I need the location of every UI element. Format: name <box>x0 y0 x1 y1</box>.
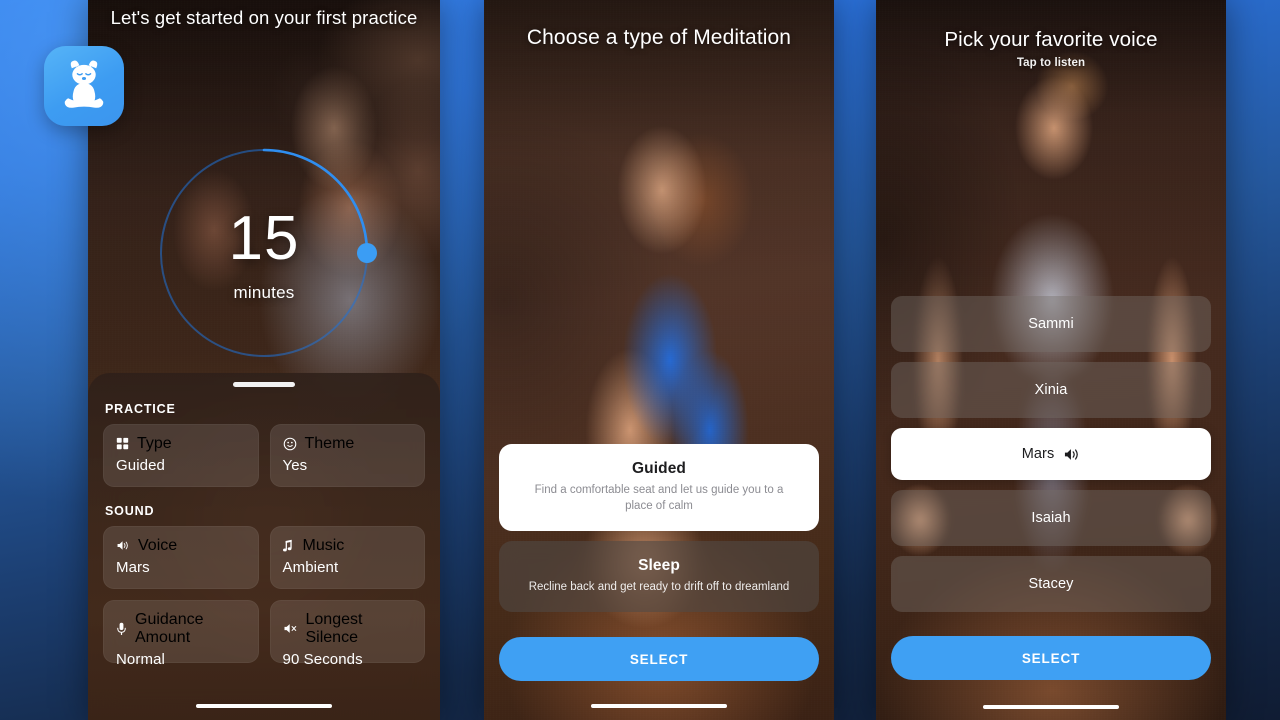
select-button[interactable]: SELECT <box>499 637 819 681</box>
speaker-mute-icon <box>283 624 296 633</box>
setting-card-type-value: Guided <box>116 456 165 474</box>
setting-card-music[interactable]: Music Ambient <box>269 525 425 589</box>
duration-value: 15 <box>228 204 300 273</box>
setting-card-type[interactable]: Type Guided <box>103 423 259 487</box>
meditation-type-description: Recline back and get ready to drift off … <box>528 580 790 593</box>
speaker-icon <box>117 541 128 550</box>
voice-option-stacey[interactable]: Stacey <box>891 556 1211 612</box>
setting-card-music-value: Ambient <box>282 558 339 576</box>
voice-option-list: Sammi Xinia Mars Isaiah Stacey <box>891 296 1211 622</box>
meditating-dog-icon <box>64 60 104 108</box>
section-label-sound: SOUND <box>105 503 155 518</box>
home-indicator <box>591 703 727 708</box>
setting-card-longest-silence-value: 90 Seconds <box>282 650 363 668</box>
music-note-icon <box>282 539 292 551</box>
setting-card-voice[interactable]: Voice Mars <box>103 525 259 589</box>
meditation-type-option-guided[interactable]: Guided Find a comfortable seat and let u… <box>499 444 819 531</box>
voice-option-label: Xinia <box>1034 382 1068 398</box>
sound-card-row-1: Voice Mars Music Ambient <box>103 525 425 589</box>
phone-screen-practice-setup: Let's get started on your first practice… <box>88 0 440 720</box>
voice-option-sammi[interactable]: Sammi <box>891 296 1211 352</box>
setting-card-theme-head: Theme <box>283 435 413 453</box>
setting-card-theme-key: Theme <box>304 434 355 452</box>
voice-option-xinia[interactable]: Xinia <box>891 362 1211 418</box>
setting-card-type-key: Type <box>137 434 172 452</box>
setting-card-voice-head: Voice <box>116 537 246 555</box>
setting-card-guidance-amount-value: Normal <box>116 650 165 668</box>
setting-card-longest-silence[interactable]: Longest Silence 90 Seconds <box>269 599 425 668</box>
voice-option-label: Sammi <box>1028 316 1074 332</box>
app-icon[interactable] <box>44 46 124 126</box>
microphone-icon <box>117 622 126 635</box>
meditation-type-option-sleep[interactable]: Sleep Recline back and get ready to drif… <box>499 540 819 612</box>
setting-card-guidance-amount-head: Guidance Amount <box>116 611 246 647</box>
setting-card-longest-silence-key: Longest Silence <box>305 610 363 646</box>
meditation-type-description: Find a comfortable seat and let us guide… <box>534 484 784 512</box>
setting-card-music-key: Music <box>302 536 345 554</box>
sheet-drag-handle[interactable] <box>233 382 295 387</box>
practice-card-row: Type Guided Theme Yes <box>103 423 425 487</box>
meditation-type-name: Guided <box>632 460 686 478</box>
voice-option-label: Mars <box>1021 446 1055 462</box>
setting-card-type-head: Type <box>116 435 246 453</box>
duration-dial[interactable]: 15 minutes <box>159 148 377 358</box>
smiley-icon <box>283 437 296 450</box>
phone-screen-pick-voice: Pick your favorite voice Tap to listen S… <box>876 0 1226 720</box>
meditation-type-name: Sleep <box>638 556 680 574</box>
grid-icon <box>116 437 129 450</box>
speaker-icon[interactable] <box>1063 447 1080 462</box>
setting-card-voice-key: Voice <box>138 536 178 554</box>
meditation-type-list: Guided Find a comfortable seat and let u… <box>499 444 819 622</box>
home-indicator <box>983 704 1119 709</box>
select-button[interactable]: SELECT <box>891 636 1211 680</box>
phone-screen-choose-type: Choose a type of Meditation Guided Find … <box>484 0 834 720</box>
section-label-practice: PRACTICE <box>105 401 176 416</box>
setting-card-music-head: Music <box>282 536 413 555</box>
voice-option-mars[interactable]: Mars <box>891 428 1211 480</box>
page-title: Choose a type of Meditation <box>526 26 792 49</box>
home-indicator <box>196 703 332 708</box>
voice-option-isaiah[interactable]: Isaiah <box>891 490 1211 546</box>
setting-card-voice-value: Mars <box>116 558 150 576</box>
page-title: Let's get started on your first practice <box>110 7 418 28</box>
duration-unit: minutes <box>233 283 295 302</box>
page-subtitle: Tap to listen <box>1016 57 1086 69</box>
setting-card-theme[interactable]: Theme Yes <box>269 423 425 487</box>
voice-option-label: Isaiah <box>1031 510 1071 526</box>
setting-card-longest-silence-head: Longest Silence <box>283 611 413 647</box>
setting-card-guidance-amount[interactable]: Guidance Amount Normal <box>103 599 259 668</box>
setting-card-theme-value: Yes <box>282 456 308 474</box>
setting-card-guidance-amount-key: Guidance Amount <box>135 610 204 646</box>
voice-option-label: Stacey <box>1028 576 1074 592</box>
settings-sheet: PRACTICE Type Guided Theme Yes SOUND Voi… <box>88 373 440 720</box>
sound-card-row-2: Guidance Amount Normal Longest Silence 9… <box>103 599 425 668</box>
page-title: Pick your favorite voice <box>944 28 1158 51</box>
